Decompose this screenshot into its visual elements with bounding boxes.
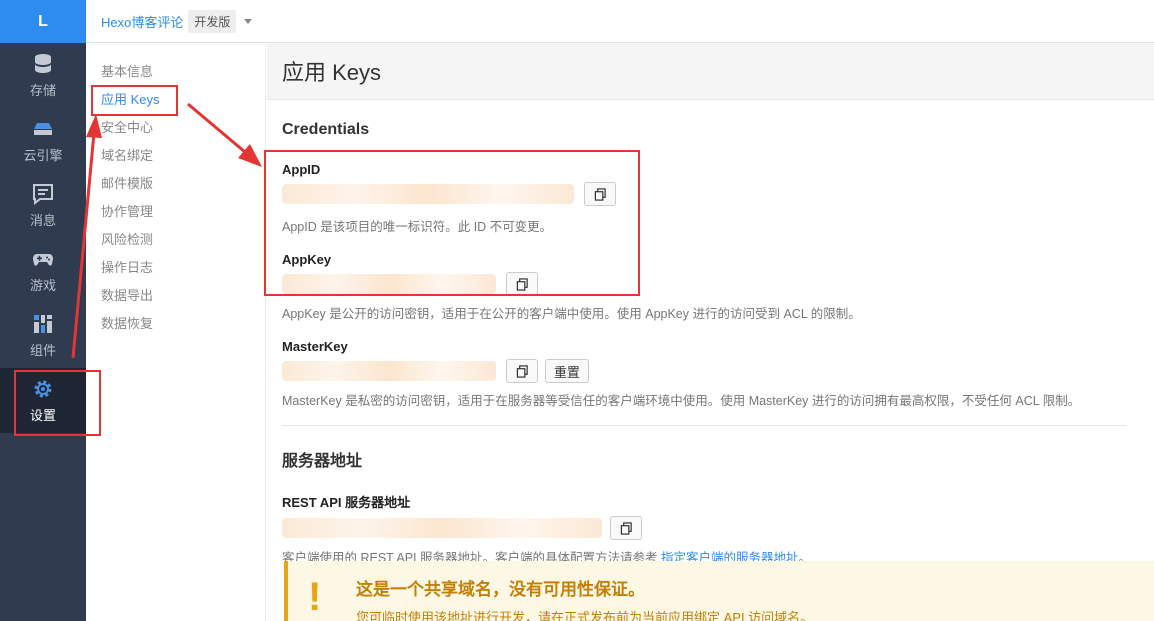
appid-value xyxy=(282,184,574,204)
submenu-item-data-restore[interactable]: 数据恢复 xyxy=(86,310,265,338)
nav-item-label: 消息 xyxy=(29,213,56,228)
gear-icon xyxy=(34,380,52,398)
message-icon xyxy=(33,184,53,206)
section-divider xyxy=(282,425,1127,426)
masterkey-value xyxy=(282,361,496,381)
nav-item-label: 存储 xyxy=(29,83,56,98)
masterkey-label: MasterKey xyxy=(282,339,348,354)
env-badge: 开发版 xyxy=(188,9,237,33)
settings-submenu: 基本信息 应用 Keys 安全中心 域名绑定 邮件模版 协作管理 风险检测 操作… xyxy=(86,43,266,621)
nav-item-label: 云引擎 xyxy=(23,148,63,163)
submenu-item-basic-info[interactable]: 基本信息 xyxy=(86,58,265,86)
submenu-item-operation-logs[interactable]: 操作日志 xyxy=(86,254,265,282)
copy-rest-api-button[interactable] xyxy=(610,516,643,540)
appkey-label: AppKey xyxy=(282,252,332,267)
copy-appid-button[interactable] xyxy=(584,182,617,206)
rest-api-value xyxy=(282,518,602,538)
nav-item-label: 组件 xyxy=(29,343,56,358)
warning-subtitle: 您可临时使用该地址进行开发，请在正式发布前为当前应用绑定 API 访问域名。 xyxy=(356,610,814,621)
top-bar: Hexo博客评论 开发版 xyxy=(86,0,1154,43)
database-icon xyxy=(35,54,51,73)
shared-domain-warning: ! 这是一个共享域名，没有可用性保证。 您可临时使用该地址进行开发，请在正式发布… xyxy=(284,561,1154,621)
server-title: 服务器地址 xyxy=(282,453,363,470)
submenu-item-app-keys[interactable]: 应用 Keys xyxy=(86,86,265,114)
gamepad-icon xyxy=(33,254,53,266)
masterkey-help: MasterKey 是私密的访问密钥，适用于在服务器等受信任的客户端环境中使用。… xyxy=(282,394,1081,408)
reset-masterkey-button[interactable]: 重置 xyxy=(544,359,589,383)
nav-item-components[interactable]: 组件 xyxy=(0,303,86,368)
copy-icon xyxy=(516,277,528,291)
submenu-item-domain-binding[interactable]: 域名绑定 xyxy=(86,142,265,170)
submenu-item-security[interactable]: 安全中心 xyxy=(86,114,265,142)
nav-item-settings[interactable]: 设置 xyxy=(0,368,86,433)
nav-item-message[interactable]: 消息 xyxy=(0,173,86,238)
copy-appkey-button[interactable] xyxy=(506,272,539,296)
copy-icon xyxy=(516,364,528,378)
nav-item-storage[interactable]: 存储 xyxy=(0,43,86,108)
chevron-down-icon[interactable] xyxy=(244,18,253,24)
main-nav: L 存储 云引擎 消息 游戏 组件 设置 xyxy=(0,0,86,621)
copy-masterkey-button[interactable] xyxy=(506,359,539,383)
page-title: 应用 Keys xyxy=(267,43,1154,100)
nav-item-cloud-engine[interactable]: 云引擎 xyxy=(0,108,86,173)
warning-icon: ! xyxy=(308,575,322,619)
appid-label: AppID xyxy=(282,162,321,177)
appkey-help: AppKey 是公开的访问密钥，适用于在公开的客户端中使用。使用 AppKey … xyxy=(282,307,861,321)
nav-item-label: 游戏 xyxy=(29,278,56,293)
appid-help: AppID 是该项目的唯一标识符。此 ID 不可变更。 xyxy=(282,220,553,234)
appkey-value xyxy=(282,274,496,294)
submenu-item-collaboration[interactable]: 协作管理 xyxy=(86,198,265,226)
app-name[interactable]: Hexo博客评论 xyxy=(101,12,183,31)
copy-icon xyxy=(594,187,606,201)
warning-title: 这是一个共享域名，没有可用性保证。 xyxy=(356,580,645,599)
components-icon xyxy=(34,315,52,333)
main-content: 应用 Keys Credentials AppID AppID 是该项目的唯一标… xyxy=(267,43,1154,621)
nav-item-label: 设置 xyxy=(29,408,56,423)
app-logo[interactable]: L xyxy=(0,0,86,43)
nav-item-game[interactable]: 游戏 xyxy=(0,238,86,303)
cloud-engine-icon xyxy=(34,123,52,135)
credentials-title: Credentials xyxy=(282,121,370,138)
submenu-item-risk-detection[interactable]: 风险检测 xyxy=(86,226,265,254)
app-window: L 存储 云引擎 消息 游戏 组件 设置 Hexo博客评论 开发版 基本信息 应… xyxy=(0,0,1154,621)
submenu-item-data-export[interactable]: 数据导出 xyxy=(86,282,265,310)
copy-icon xyxy=(620,521,632,535)
submenu-item-email-templates[interactable]: 邮件模版 xyxy=(86,170,265,198)
rest-api-label: REST API 服务器地址 xyxy=(282,495,411,510)
